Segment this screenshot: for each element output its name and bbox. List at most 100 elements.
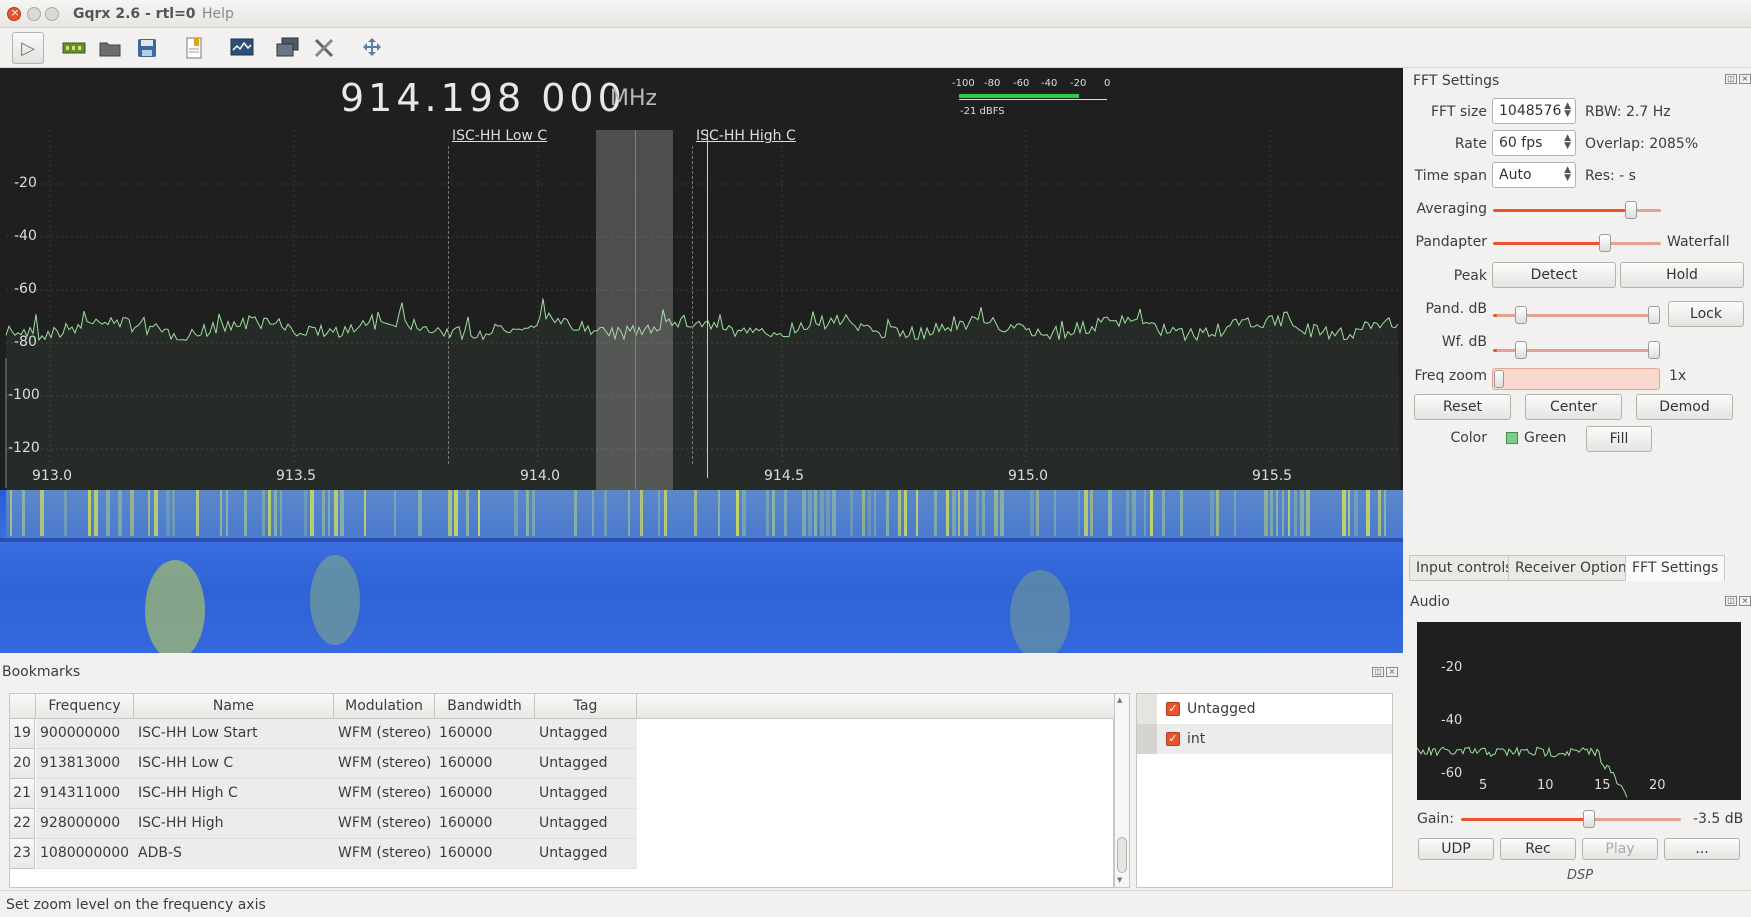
cell-bandwidth[interactable]: 160000 [435,839,535,869]
bookmark-button[interactable] [178,32,210,64]
cell-frequency[interactable]: 914311000 [36,779,134,809]
cell-tag[interactable]: Untagged [535,779,637,809]
lock-button[interactable]: Lock [1668,301,1744,327]
pand-db-max-handle[interactable] [1648,306,1660,324]
cell-modulation[interactable]: WFM (stereo) [334,809,435,839]
cell-frequency[interactable]: 928000000 [36,809,134,839]
play-button[interactable]: ▷ [12,32,44,64]
cell-bandwidth[interactable]: 160000 [435,779,535,809]
save-button[interactable] [131,32,163,64]
cell-bandwidth[interactable]: 160000 [435,749,535,779]
center-button[interactable]: Center [1525,394,1622,420]
window-close-button[interactable]: × [7,6,21,21]
cell-frequency[interactable]: 900000000 [36,719,134,749]
scroll-up-icon[interactable]: ▲ [1117,696,1127,704]
cell-modulation[interactable]: WFM (stereo) [334,839,435,869]
dock-float-button[interactable]: ◫ [1372,667,1384,677]
fft-size-select[interactable]: 1048576 ▲ ▼ [1492,98,1576,124]
scrollbar-thumb[interactable] [1117,837,1127,873]
spectrum-plot[interactable]: 914.198 000 MHz -100 -80 -60 -40 -20 0 -… [0,68,1403,492]
tab-receiver-options[interactable]: Receiver Options [1508,555,1642,581]
tab-input-controls[interactable]: Input controls [1409,555,1520,581]
tag-item-int[interactable]: ✓ int [1137,724,1392,754]
cell-tag[interactable]: Untagged [535,839,637,869]
wf-db-max-handle[interactable] [1648,341,1660,359]
pand-db-min-handle[interactable] [1515,306,1527,324]
fullscreen-button[interactable] [356,32,388,64]
cell-modulation[interactable]: WFM (stereo) [334,749,435,779]
cell-name[interactable]: ADB-S [134,839,334,869]
screenshot-button[interactable] [226,32,258,64]
audio-gain-slider[interactable] [1461,818,1681,821]
dock-close-button[interactable]: × [1739,596,1751,606]
rate-select[interactable]: 60 fps ▲ ▼ [1492,130,1576,156]
averaging-slider-handle[interactable] [1625,201,1637,219]
cell-modulation[interactable]: WFM (stereo) [334,719,435,749]
table-row[interactable]: 23 1080000000 ADB-S WFM (stereo) 160000 … [10,839,637,869]
tag-list[interactable]: ✓ Untagged ✓ int [1136,693,1393,888]
table-row[interactable]: 21 914311000 ISC-HH High C WFM (stereo) … [10,779,637,809]
scroll-down-icon[interactable]: ▼ [1117,876,1127,884]
pandapter-waterfall-slider[interactable] [1493,242,1661,245]
table-row[interactable]: 20 913813000 ISC-HH Low C WFM (stereo) 1… [10,749,637,779]
freq-zoom-slider[interactable] [1492,368,1660,390]
fill-button[interactable]: Fill [1586,426,1652,452]
cell-tag[interactable]: Untagged [535,719,637,749]
cell-name[interactable]: ISC-HH High C [134,779,334,809]
cell-tag[interactable]: Untagged [535,749,637,779]
play-audio-button[interactable]: Play [1582,838,1658,860]
cell-name[interactable]: ISC-HH Low C [134,749,334,779]
color-swatch[interactable] [1506,432,1518,444]
column-header-name[interactable]: Name [134,694,334,719]
column-header-modulation[interactable]: Modulation [334,694,435,719]
peak-detect-button[interactable]: Detect [1492,262,1616,288]
freq-zoom-slider-handle[interactable] [1494,370,1504,388]
tag-item-untagged[interactable]: ✓ Untagged [1137,694,1392,724]
pandapter-waterfall-slider-handle[interactable] [1599,234,1611,252]
color-value[interactable]: Green [1524,430,1566,446]
wf-db-min-handle[interactable] [1515,341,1527,359]
cell-tag[interactable]: Untagged [535,809,637,839]
tag-checkbox[interactable]: ✓ [1166,732,1180,746]
cell-bandwidth[interactable]: 160000 [435,809,535,839]
waterfall-display[interactable] [0,490,1403,653]
demod-center-marker[interactable] [635,130,636,492]
dock-float-button[interactable]: ◫ [1725,596,1737,606]
rec-button[interactable]: Rec [1500,838,1576,860]
dock-float-button[interactable]: ◫ [1725,74,1737,84]
table-row[interactable]: 22 928000000 ISC-HH High WFM (stereo) 16… [10,809,637,839]
audio-gain-slider-handle[interactable] [1583,810,1595,828]
menu-help[interactable]: Help [202,6,234,22]
timespan-select[interactable]: Auto ▲ ▼ [1492,162,1576,188]
dock-close-button[interactable]: × [1739,74,1751,84]
demod-button[interactable]: Demod [1636,394,1733,420]
tab-fft-settings[interactable]: FFT Settings [1625,555,1726,581]
tag-checkbox[interactable]: ✓ [1166,702,1180,716]
dock-close-button[interactable]: × [1386,667,1398,677]
cell-name[interactable]: ISC-HH Low Start [134,719,334,749]
cell-name[interactable]: ISC-HH High [134,809,334,839]
table-row[interactable]: 19 900000000 ISC-HH Low Start WFM (stere… [10,719,637,749]
bookmarks-scrollbar[interactable]: ▲ ▼ [1114,693,1130,888]
audio-options-button[interactable]: ... [1664,838,1740,860]
window-minimize-button[interactable] [27,7,41,21]
remote-control-button[interactable] [272,32,304,64]
cell-modulation[interactable]: WFM (stereo) [334,779,435,809]
udp-button[interactable]: UDP [1418,838,1494,860]
settings-button[interactable] [308,32,340,64]
cell-frequency[interactable]: 1080000000 [36,839,134,869]
column-header-bandwidth[interactable]: Bandwidth [435,694,535,719]
hardware-button[interactable] [58,32,90,64]
reset-button[interactable]: Reset [1414,394,1511,420]
cell-frequency[interactable]: 913813000 [36,749,134,779]
bookmark-label[interactable]: ISC-HH High C [696,128,796,144]
open-button[interactable] [94,32,126,64]
window-maximize-button[interactable] [45,7,59,21]
cell-bandwidth[interactable]: 160000 [435,719,535,749]
column-header-frequency[interactable]: Frequency [36,694,134,719]
bookmarks-table[interactable]: Frequency Name Modulation Bandwidth Tag … [9,693,1115,888]
column-header-tag[interactable]: Tag [535,694,637,719]
peak-hold-button[interactable]: Hold [1620,262,1744,288]
pand-db-label: Pand. dB [1425,301,1487,317]
bookmark-label[interactable]: ISC-HH Low C [452,128,547,144]
